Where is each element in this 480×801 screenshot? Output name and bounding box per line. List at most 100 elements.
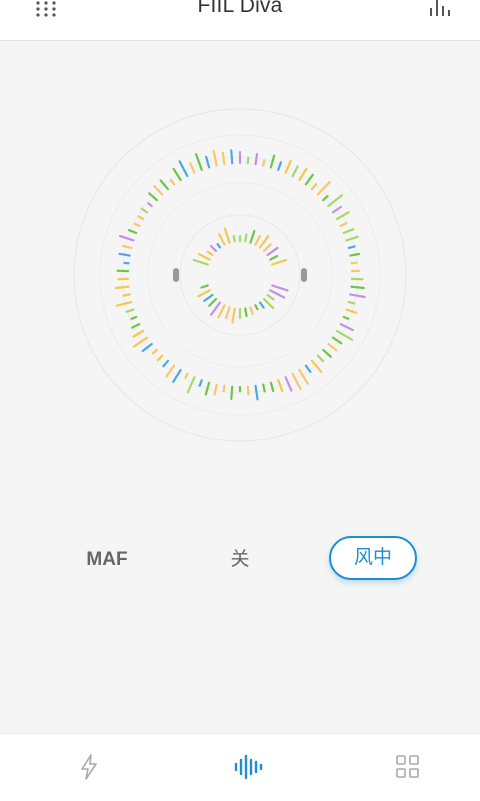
sound-bar [198,290,209,296]
sound-bar [215,385,217,395]
sound-bar [234,236,235,241]
sound-bar [218,244,220,247]
sound-bar [224,386,225,391]
sound-bar [341,223,347,226]
sound-bar [153,350,157,354]
sound-wave-icon [233,752,263,782]
sound-bar [349,302,355,303]
sound-bar [260,303,264,308]
sound-bar [135,224,140,226]
sound-bar [344,317,348,319]
sound-visualizer[interactable] [70,105,410,445]
sound-bar [251,307,253,314]
sound-bar [268,248,278,255]
mode-off-button[interactable]: 关 [200,540,280,580]
sound-bar [293,374,301,389]
sound-bar [272,286,287,291]
sound-bar [120,254,130,256]
noise-mode-selector: MAF 关 风中 [0,532,480,588]
sound-bar [185,374,187,378]
sound-bar [245,235,246,242]
sound-bar [350,294,364,297]
equalizer-icon[interactable] [428,0,452,20]
sound-bar [117,302,132,306]
sound-bar [231,150,232,163]
sound-bar [231,387,232,399]
sound-bar [270,290,284,297]
sound-bar [158,356,162,361]
sound-bar [143,344,152,351]
sound-bar [248,387,249,395]
mode-wind-button[interactable]: 风中 [329,536,417,580]
sound-bar [299,169,306,180]
bottom-nav [0,733,480,801]
tab-sound[interactable] [233,752,263,782]
sound-bar [351,287,363,288]
sound-bar [214,151,217,166]
sound-bar [256,154,257,164]
sound-bar [225,228,230,242]
sound-bar [350,254,359,256]
sound-bar [148,203,151,206]
sound-bar [199,254,210,259]
sound-bar [264,244,271,251]
tab-boost[interactable] [74,752,104,782]
mode-maf-button[interactable]: MAF [72,540,142,580]
sound-bar [124,294,130,295]
sound-bar [204,295,212,301]
sound-bar [208,252,213,255]
sound-bar [271,383,273,391]
sound-bar [200,380,202,386]
sound-bar [264,299,273,308]
sound-bar [163,361,168,367]
sound-bar [255,305,257,309]
sound-bar [209,299,216,306]
sound-bar [149,193,157,200]
sound-bar [256,386,258,400]
sound-bar [349,246,355,248]
sound-bar [194,260,208,265]
sound-bar [260,236,268,247]
app-grid-icon [393,752,423,782]
sound-bar [139,216,144,219]
sound-bar [188,377,195,392]
sound-bar [116,287,129,288]
sound-bar [270,256,277,260]
page-title: FIIL Diva [0,0,480,18]
sound-bar [211,246,216,251]
sound-bar [245,309,246,316]
sound-bar [263,161,264,166]
sound-bar [263,385,264,392]
sound-bar [323,196,327,200]
sound-bar [132,317,137,319]
sound-bar [166,366,174,377]
sound-bar [312,184,316,189]
sound-bar [218,305,224,317]
earbud-marker [173,268,179,282]
sound-bar [255,236,260,245]
earbud-marker [301,268,307,282]
sound-bar [171,180,174,185]
sound-bar [251,231,255,243]
top-bar: FIIL Diva [0,0,480,41]
sound-bar [268,295,274,299]
sound-bar [123,246,131,248]
sound-bar [232,309,234,323]
sound-bar [272,260,286,265]
sound-bar [347,310,357,313]
sound-bar [206,157,209,168]
sound-bar [202,286,208,288]
sound-bar [142,209,147,213]
tab-apps[interactable] [393,752,423,782]
sound-bar [226,307,230,318]
sound-bar [318,356,323,362]
lightning-icon [74,752,104,782]
sound-bar [223,153,225,165]
sound-bar [211,303,220,315]
sound-bar [196,154,202,170]
sound-ring-graphic [70,105,410,445]
sound-bar [120,236,133,240]
sound-bar [174,169,181,180]
sound-bar [306,175,313,185]
sound-bar [180,161,188,176]
